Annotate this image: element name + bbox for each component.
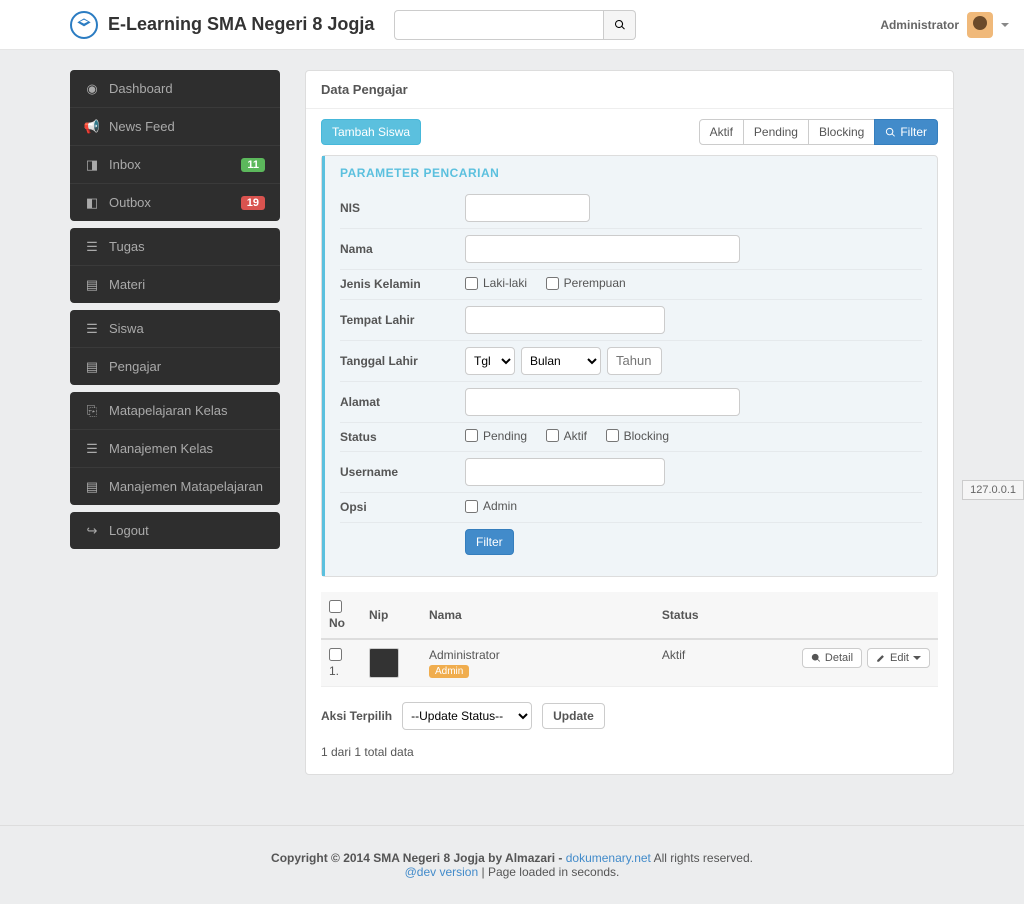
sidebar-item-mapel-kelas[interactable]: ⎘Matapelajaran Kelas: [70, 392, 280, 430]
status-tabs: Aktif Pending Blocking Filter: [699, 119, 938, 145]
chevron-down-icon: [1001, 23, 1009, 27]
user-name: Administrator: [880, 18, 959, 32]
search-icon: [885, 127, 896, 138]
filter-heading: PARAMETER PENCARIAN: [340, 166, 922, 180]
jk-perempuan[interactable]: Perempuan: [546, 276, 626, 290]
sidebar-item-manajemen-kelas[interactable]: ☰Manajemen Kelas: [70, 430, 280, 468]
row-nama: Administrator: [429, 648, 646, 662]
add-siswa-button[interactable]: Tambah Siswa: [321, 119, 421, 145]
bulan-select[interactable]: Bulan: [521, 347, 601, 375]
table-row: 1. AdministratorAdmin Aktif Detail Edit: [321, 639, 938, 687]
list-icon: ☰: [85, 240, 99, 254]
list-icon: ☰: [85, 442, 99, 456]
bulk-label: Aksi Terpilih: [321, 709, 392, 723]
sidebar-item-outbox[interactable]: ◧Outbox19: [70, 184, 280, 221]
tab-blocking[interactable]: Blocking: [808, 119, 875, 145]
topbar: E-Learning SMA Negeri 8 Jogja Administra…: [0, 0, 1024, 50]
footer-link[interactable]: dokumenary.net: [566, 851, 651, 865]
data-table: No Nip Nama Status 1. AdministratorAdmin…: [321, 592, 938, 687]
ip-overlay: 127.0.0.1: [962, 480, 1024, 500]
select-all-checkbox[interactable]: [329, 600, 342, 613]
bulk-status-select[interactable]: --Update Status--: [402, 702, 532, 730]
admin-tag: Admin: [429, 665, 469, 678]
footer: Copyright © 2014 SMA Negeri 8 Jogja by A…: [0, 825, 1024, 904]
tab-aktif[interactable]: Aktif: [699, 119, 744, 145]
status-pending-chk[interactable]: Pending: [465, 429, 527, 443]
global-search: [394, 10, 636, 40]
filter-submit-button[interactable]: Filter: [465, 529, 514, 555]
sidebar-item-newsfeed[interactable]: 📢News Feed: [70, 108, 280, 146]
alamat-input[interactable]: [465, 388, 740, 416]
sidebar-item-logout[interactable]: ↪Logout: [70, 512, 280, 549]
brand-wrap: E-Learning SMA Negeri 8 Jogja: [70, 11, 374, 39]
detail-button[interactable]: Detail: [802, 648, 862, 668]
edit-icon: [876, 653, 886, 663]
logout-icon: ↪: [85, 524, 99, 538]
filter-panel: PARAMETER PENCARIAN NIS Nama Jenis Kelam…: [321, 155, 938, 577]
status-aktif-chk[interactable]: Aktif: [546, 429, 587, 443]
dev-version-link[interactable]: @dev version: [405, 865, 479, 879]
bullhorn-icon: 📢: [85, 120, 99, 134]
tahun-input[interactable]: [607, 347, 662, 375]
tgl-select[interactable]: Tgl: [465, 347, 515, 375]
tab-filter[interactable]: Filter: [874, 119, 938, 145]
zoom-icon: [811, 653, 821, 663]
chevron-down-icon: [913, 656, 921, 660]
copy-icon: ⎘: [85, 404, 99, 418]
search-icon: [614, 19, 626, 31]
sidebar-item-manajemen-mapel[interactable]: ▤Manajemen Matapelajaran: [70, 468, 280, 505]
list-icon: ☰: [85, 322, 99, 336]
sidebar-item-siswa[interactable]: ☰Siswa: [70, 310, 280, 348]
username-input[interactable]: [465, 458, 665, 486]
status-blocking-chk[interactable]: Blocking: [606, 429, 669, 443]
book-icon: ▤: [85, 278, 99, 292]
row-checkbox[interactable]: [329, 648, 342, 661]
sidebar: ◉Dashboard 📢News Feed ◨Inbox11 ◧Outbox19…: [70, 70, 280, 556]
page-title: Data Pengajar: [306, 71, 953, 109]
outbox-badge: 19: [241, 196, 265, 210]
outbox-icon: ◧: [85, 196, 99, 210]
main-panel: Data Pengajar Tambah Siswa Aktif Pending…: [305, 70, 954, 775]
inbox-badge: 11: [241, 158, 265, 172]
dashboard-icon: ◉: [85, 82, 99, 96]
sidebar-item-pengajar[interactable]: ▤Pengajar: [70, 348, 280, 385]
book-icon: ▤: [85, 480, 99, 494]
logo-icon: [70, 11, 98, 39]
inbox-icon: ◨: [85, 158, 99, 172]
user-thumb: [369, 648, 399, 678]
edit-button[interactable]: Edit: [867, 648, 930, 668]
opsi-admin-chk[interactable]: Admin: [465, 499, 517, 513]
sidebar-item-inbox[interactable]: ◨Inbox11: [70, 146, 280, 184]
nis-input[interactable]: [465, 194, 590, 222]
bulk-update-button[interactable]: Update: [542, 703, 605, 729]
book-icon: ▤: [85, 360, 99, 374]
tempat-lahir-input[interactable]: [465, 306, 665, 334]
sidebar-item-dashboard[interactable]: ◉Dashboard: [70, 70, 280, 108]
brand-title: E-Learning SMA Negeri 8 Jogja: [108, 14, 374, 35]
sidebar-item-materi[interactable]: ▤Materi: [70, 266, 280, 303]
user-menu[interactable]: Administrator: [880, 12, 1009, 38]
avatar-icon: [967, 12, 993, 38]
search-button[interactable]: [604, 10, 636, 40]
nama-input[interactable]: [465, 235, 740, 263]
sidebar-item-tugas[interactable]: ☰Tugas: [70, 228, 280, 266]
jk-laki[interactable]: Laki-laki: [465, 276, 527, 290]
search-input[interactable]: [394, 10, 604, 40]
pagination-info: 1 dari 1 total data: [306, 745, 953, 774]
tab-pending[interactable]: Pending: [743, 119, 809, 145]
row-status: Aktif: [654, 639, 794, 687]
